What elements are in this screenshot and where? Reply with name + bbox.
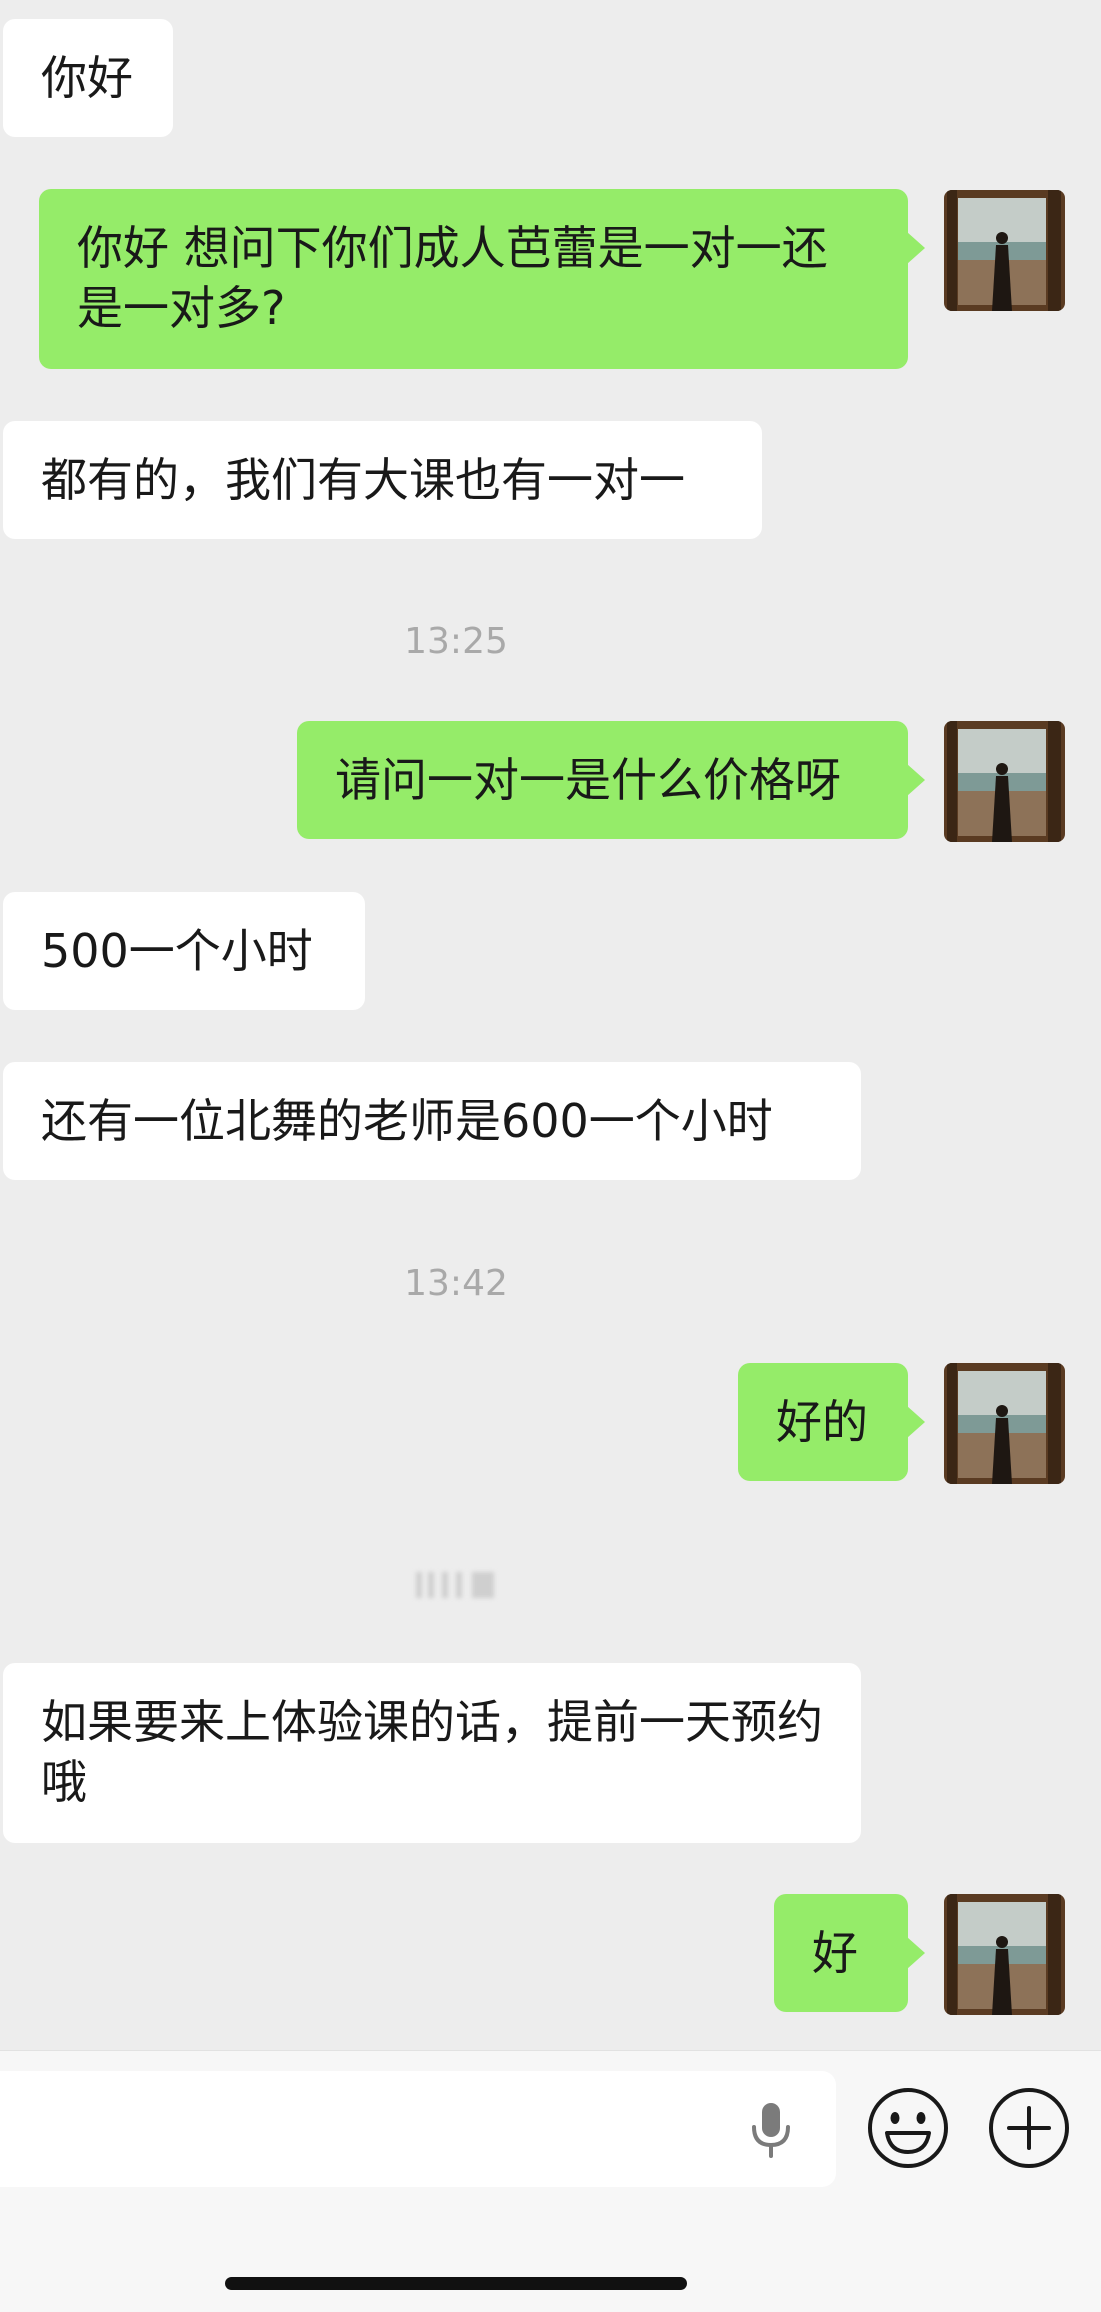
outgoing-message[interactable]: 请问一对一是什么价格呀	[297, 721, 925, 839]
user-avatar[interactable]	[944, 190, 1065, 311]
plus-button[interactable]	[987, 2086, 1071, 2170]
user-avatar[interactable]	[944, 1363, 1065, 1484]
home-indicator[interactable]	[225, 2277, 687, 2290]
message-timestamp: 13:42	[404, 1263, 508, 1304]
plus-icon	[989, 2088, 1069, 2168]
smiley-icon	[868, 2088, 948, 2168]
input-bar	[0, 2050, 1101, 2312]
incoming-message[interactable]: 你好	[3, 19, 173, 137]
outgoing-message[interactable]: 好的	[738, 1363, 925, 1481]
message-timestamp: 13:25	[404, 621, 508, 662]
user-avatar[interactable]	[944, 1894, 1065, 2015]
message-input[interactable]	[0, 2071, 836, 2187]
outgoing-message[interactable]: 你好 想问下你们成人芭蕾是一对一还是一对多?	[39, 189, 925, 369]
incoming-message[interactable]: 还有一位北舞的老师是600一个小时	[3, 1062, 861, 1180]
user-avatar[interactable]	[944, 721, 1065, 842]
incoming-message[interactable]: 500一个小时	[3, 892, 365, 1010]
blurred-timestamp	[412, 1568, 504, 1602]
microphone-icon[interactable]	[747, 2101, 795, 2159]
emoji-button[interactable]	[866, 2086, 950, 2170]
incoming-message[interactable]: 如果要来上体验课的话，提前一天预约哦	[3, 1663, 861, 1843]
outgoing-message[interactable]: 好	[774, 1894, 925, 2012]
incoming-message[interactable]: 都有的，我们有大课也有一对一	[3, 421, 762, 539]
